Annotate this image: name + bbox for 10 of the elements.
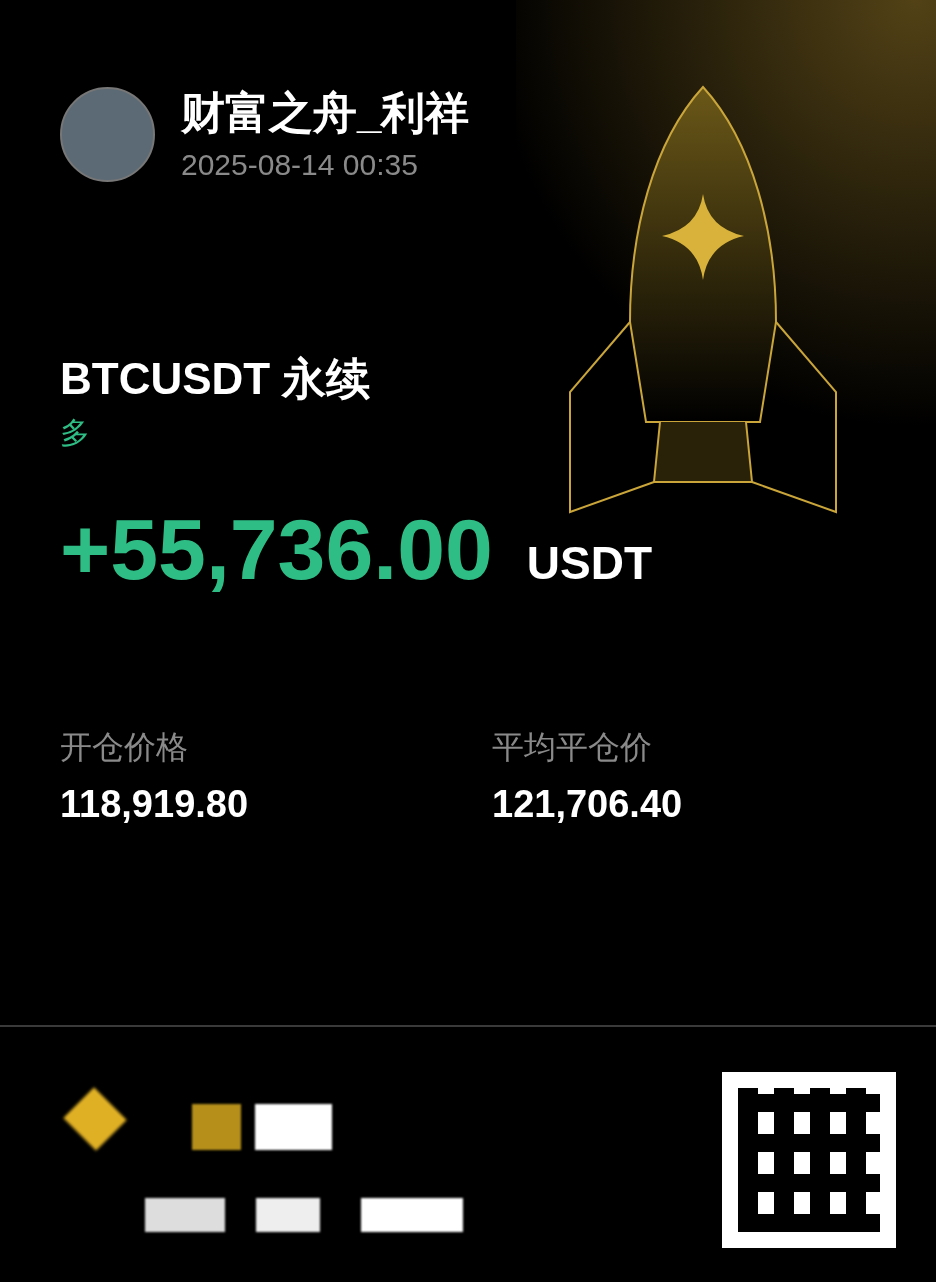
stat-label: 平均平仓价: [492, 728, 652, 767]
stat-value: 118,919.80: [60, 782, 249, 827]
position-side: 多: [60, 415, 90, 451]
currency-label: USDT: [526, 536, 653, 591]
user-name: 财富之舟_利祥: [181, 87, 470, 139]
profit-amount: +55,736.00: [60, 500, 493, 599]
timestamp: 2025-08-14 00:35: [181, 147, 419, 183]
contract-title: BTCUSDT 永续: [60, 353, 371, 405]
stat-label: 开仓价格: [60, 728, 188, 767]
stat-value: 121,706.40: [492, 782, 683, 827]
